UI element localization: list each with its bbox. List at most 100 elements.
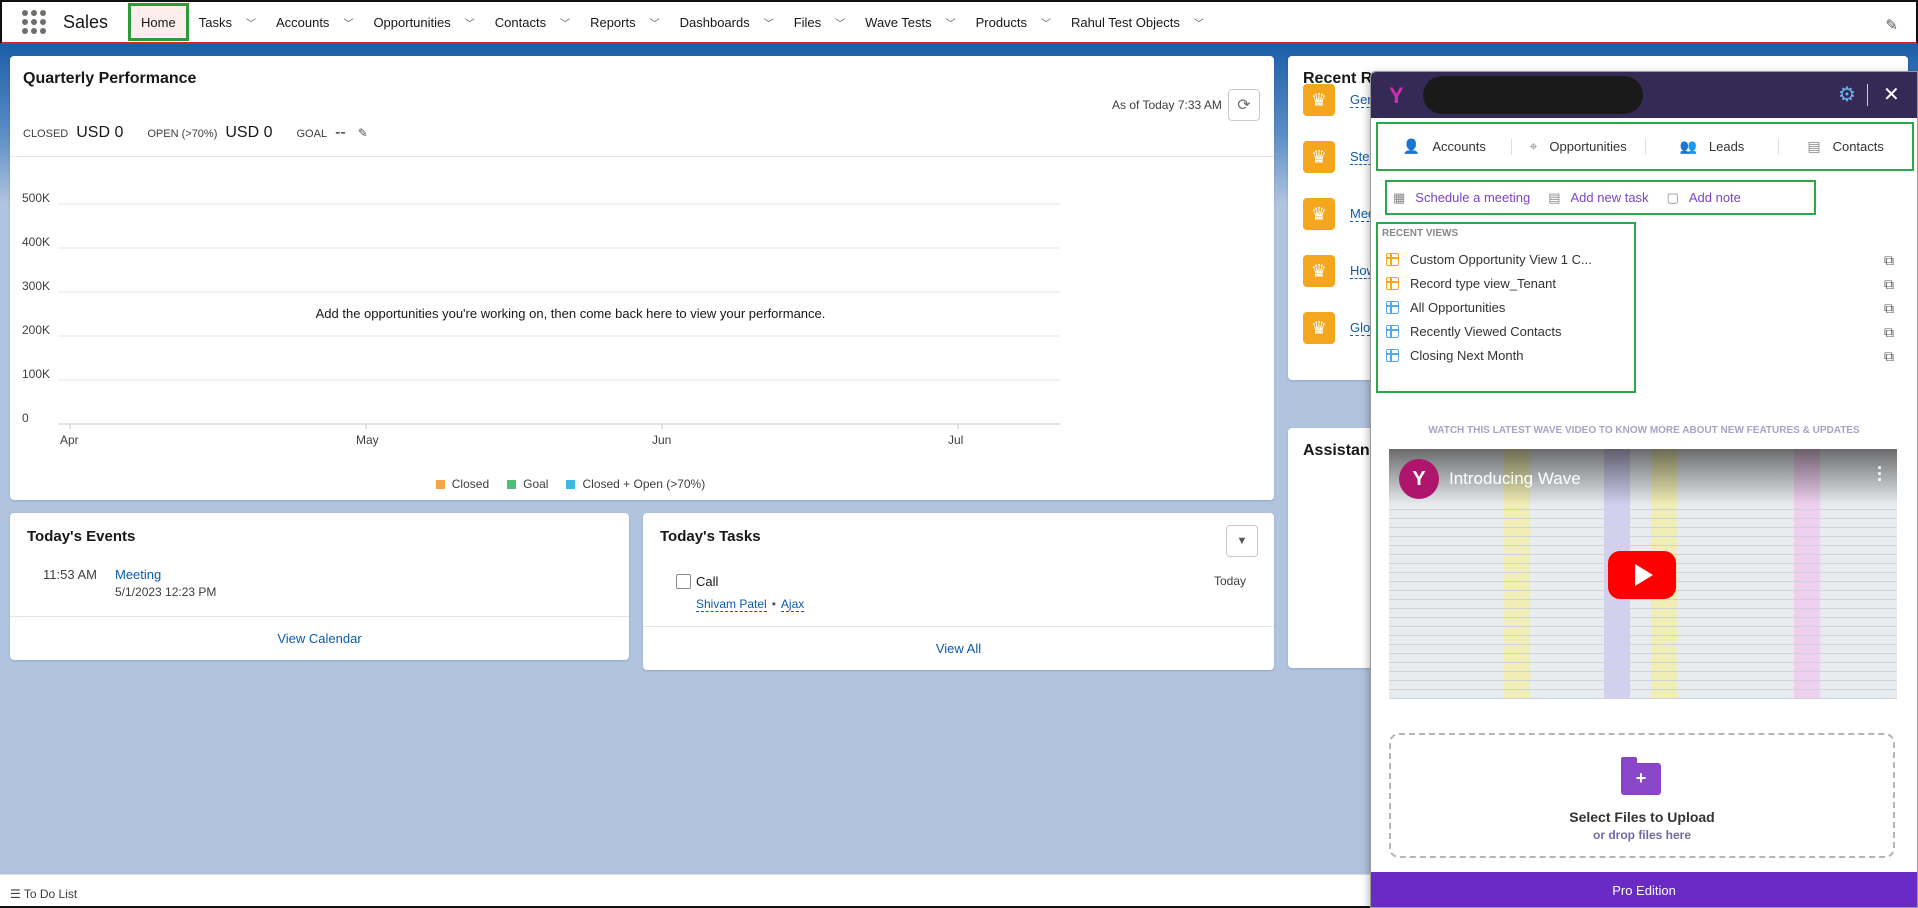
nav-item-files[interactable]: Files ﹀ xyxy=(784,2,855,42)
chevron-down-icon[interactable]: ﹀ xyxy=(560,15,570,30)
stats-divider xyxy=(10,156,1274,157)
chevron-down-icon[interactable]: ﹀ xyxy=(1194,15,1204,30)
nav-item-wave-tests[interactable]: Wave Tests ﹀ xyxy=(855,2,965,42)
nav-item-opportunities[interactable]: Opportunities ﹀ xyxy=(363,2,484,42)
video-grid-line xyxy=(1389,626,1897,627)
file-dropzone[interactable]: + Select Files to Upload or drop files h… xyxy=(1389,733,1895,858)
view-all-tasks-link[interactable]: View All xyxy=(643,626,1274,670)
wave-tab-accounts[interactable]: 👤 Accounts xyxy=(1378,138,1512,155)
video-grid-line xyxy=(1389,635,1897,636)
video-grid-line xyxy=(1389,698,1897,699)
legend-label: Goal xyxy=(523,477,549,491)
nav-item-contacts[interactable]: Contacts ﹀ xyxy=(485,2,580,42)
x-tick-label: May xyxy=(356,433,379,447)
nav-item-label: Wave Tests xyxy=(865,14,932,30)
chevron-down-icon[interactable]: ﹀ xyxy=(1041,15,1051,30)
chevron-down-icon[interactable]: ﹀ xyxy=(465,15,475,30)
edit-nav-icon[interactable]: ✎ xyxy=(1885,16,1898,34)
video-grid-line xyxy=(1389,671,1897,672)
todo-icon: ☰ xyxy=(10,887,24,901)
nav-item-reports[interactable]: Reports ﹀ xyxy=(580,2,670,42)
chevron-down-icon[interactable]: ﹀ xyxy=(946,15,956,30)
recent-views-section: RECENT VIEWS Custom Opportunity View 1 C… xyxy=(1376,222,1636,393)
nav-item-dashboards[interactable]: Dashboards ﹀ xyxy=(670,2,784,42)
recent-view-item[interactable]: Record type view_Tenant xyxy=(1386,276,1556,291)
refresh-button[interactable]: ⟳ xyxy=(1228,89,1260,121)
play-button[interactable] xyxy=(1608,551,1676,599)
wave-action-add-note[interactable]: ▢ Add note xyxy=(1667,190,1741,206)
calendar-icon: ▦ xyxy=(1393,189,1406,205)
y-tick-label: 100K xyxy=(22,367,50,381)
video-grid-line xyxy=(1389,653,1897,654)
redacted-area xyxy=(1423,76,1643,114)
chevron-down-icon[interactable]: ﹀ xyxy=(650,15,660,30)
open-in-new-icon[interactable]: ⧉ xyxy=(1884,276,1894,293)
close-icon[interactable]: ✕ xyxy=(1883,82,1900,107)
video-more-icon[interactable]: · · · xyxy=(1877,459,1883,489)
recent-view-item[interactable]: All Opportunities xyxy=(1386,300,1505,315)
wave-tab-label: Leads xyxy=(1708,139,1745,154)
nav-item-label: Tasks xyxy=(198,14,232,30)
wave-action-label: Schedule a meeting xyxy=(1415,190,1531,205)
legend-item: Closed + Open (>70%) xyxy=(566,477,705,491)
wave-action-add-new-task[interactable]: ▤ Add new task xyxy=(1548,190,1648,206)
chevron-down-icon[interactable]: ﹀ xyxy=(343,15,353,30)
performance-stats: CLOSED USD 0 OPEN (>70%) USD 0 GOAL -- ✎ xyxy=(23,124,368,142)
video-grid-line xyxy=(1389,527,1897,528)
video-grid-line xyxy=(1389,536,1897,537)
nav-item-products[interactable]: Products ﹀ xyxy=(966,2,1061,42)
recent-view-item[interactable]: Closing Next Month xyxy=(1386,348,1523,363)
wave-logo-icon: Y xyxy=(1389,83,1404,108)
recent-view-item[interactable]: Recently Viewed Contacts xyxy=(1386,324,1562,339)
todo-list-button[interactable]: ☰ To Do List xyxy=(10,887,77,901)
edit-goal-icon[interactable]: ✎ xyxy=(358,126,368,140)
chevron-down-icon[interactable]: ﹀ xyxy=(764,15,774,30)
tasks-filter-button[interactable]: ▼ xyxy=(1226,525,1258,557)
nav-item-tasks[interactable]: Tasks ﹀ xyxy=(189,2,266,42)
task-checkbox[interactable] xyxy=(676,574,691,589)
y-tick-label: 400K xyxy=(22,235,50,249)
recent-view-label: Record type view_Tenant xyxy=(1410,276,1556,291)
wave-tab-contacts[interactable]: ▤ Contacts xyxy=(1779,138,1912,155)
nav-item-accounts[interactable]: Accounts ﹀ xyxy=(266,2,363,42)
crown-icon: ♛ xyxy=(1303,312,1335,344)
nav-item-rahul-test-objects[interactable]: Rahul Test Objects ﹀ xyxy=(1061,2,1214,42)
wave-tab-label: Accounts xyxy=(1432,139,1486,154)
open-in-new-icon[interactable]: ⧉ xyxy=(1884,348,1894,365)
event-link[interactable]: Meeting xyxy=(115,567,161,582)
crown-icon: ♛ xyxy=(1303,141,1335,173)
app-launcher-icon[interactable] xyxy=(22,9,48,35)
chevron-down-icon[interactable]: ﹀ xyxy=(246,15,256,30)
play-icon xyxy=(1635,564,1653,586)
gear-icon[interactable]: ⚙ xyxy=(1838,82,1856,107)
nav-item-label: Dashboards xyxy=(679,14,750,30)
video-grid-line xyxy=(1389,608,1897,609)
nav-item-label: Rahul Test Objects xyxy=(1070,14,1180,30)
wave-panel: Y ⚙ ✕ 👤 Accounts ⌖ Opportunities 👥 Leads ▤ Cont… xyxy=(1370,71,1918,908)
task-name: Call xyxy=(696,574,719,589)
nav-item-label: Files xyxy=(793,14,822,30)
nav-item-label: Accounts xyxy=(275,14,330,30)
nav-item-label: Home xyxy=(141,14,176,30)
view-calendar-link[interactable]: View Calendar xyxy=(10,616,629,660)
wave-tab-opportunities[interactable]: ⌖ Opportunities xyxy=(1512,138,1646,155)
intro-video[interactable]: Y Introducing Wave · · · xyxy=(1389,449,1897,699)
legend-item: Closed xyxy=(435,477,489,491)
wave-tab-leads[interactable]: 👥 Leads xyxy=(1646,138,1780,155)
open-in-new-icon[interactable]: ⧉ xyxy=(1884,324,1894,341)
goal-value: -- xyxy=(335,124,346,141)
recent-record-link[interactable]: Glo xyxy=(1350,320,1371,336)
closed-label: CLOSED xyxy=(23,128,69,140)
wave-action-schedule-a-meeting[interactable]: ▦ Schedule a meeting xyxy=(1393,190,1530,206)
open-in-new-icon[interactable]: ⧉ xyxy=(1884,300,1894,317)
task-account-link[interactable]: Ajax xyxy=(780,597,805,612)
recent-views-header: RECENT VIEWS xyxy=(1382,228,1459,239)
open-in-new-icon[interactable]: ⧉ xyxy=(1884,252,1894,269)
video-grid-line xyxy=(1389,599,1897,600)
nav-item-home[interactable]: Home xyxy=(128,3,189,41)
event-date: 5/1/2023 12:23 PM xyxy=(115,585,217,599)
task-contact-link[interactable]: Shivam Patel xyxy=(696,597,767,612)
chevron-down-icon[interactable]: ﹀ xyxy=(835,15,845,30)
todo-label: To Do List xyxy=(23,887,78,901)
recent-view-item[interactable]: Custom Opportunity View 1 C... xyxy=(1386,252,1592,267)
